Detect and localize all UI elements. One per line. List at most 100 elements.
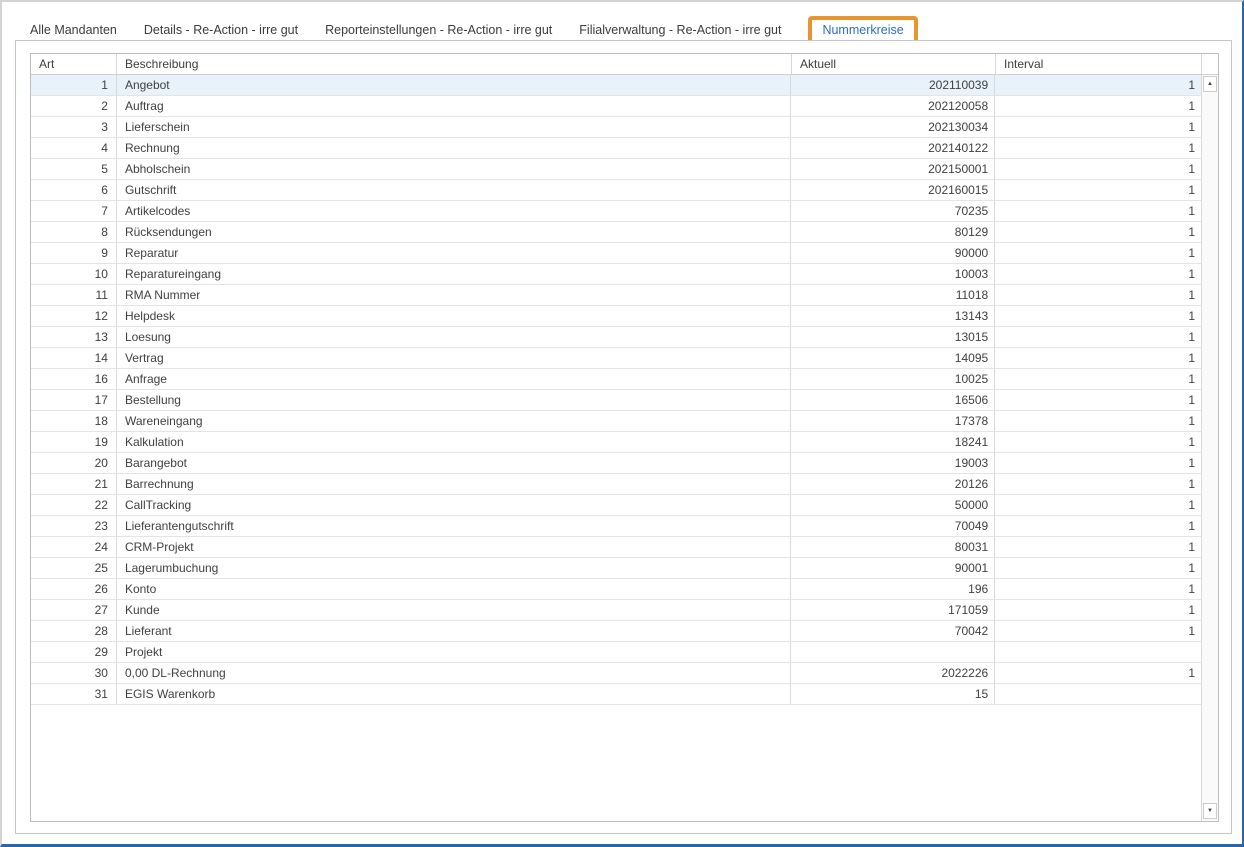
cell-beschreibung[interactable]: Reparatur — [117, 243, 791, 263]
cell-aktuell[interactable]: 20126 — [791, 474, 995, 494]
cell-art[interactable]: 22 — [31, 495, 117, 515]
cell-aktuell[interactable]: 202120058 — [791, 96, 995, 116]
cell-aktuell[interactable]: 202140122 — [791, 138, 995, 158]
cell-interval[interactable] — [995, 642, 1201, 662]
table-row[interactable]: 10Reparatureingang100031 — [31, 264, 1201, 285]
cell-interval[interactable]: 1 — [995, 537, 1201, 557]
cell-art[interactable]: 2 — [31, 96, 117, 116]
cell-beschreibung[interactable]: Lieferantengutschrift — [117, 516, 791, 536]
cell-art[interactable]: 9 — [31, 243, 117, 263]
cell-interval[interactable]: 1 — [995, 516, 1201, 536]
table-row[interactable]: 1Angebot2021100391 — [31, 75, 1201, 96]
table-row[interactable]: 3Lieferschein2021300341 — [31, 117, 1201, 138]
cell-art[interactable]: 13 — [31, 327, 117, 347]
cell-art[interactable]: 11 — [31, 285, 117, 305]
cell-aktuell[interactable]: 10025 — [791, 369, 995, 389]
cell-art[interactable]: 18 — [31, 411, 117, 431]
cell-art[interactable]: 21 — [31, 474, 117, 494]
cell-interval[interactable]: 1 — [995, 75, 1201, 95]
cell-interval[interactable] — [995, 684, 1201, 704]
cell-aktuell[interactable]: 50000 — [791, 495, 995, 515]
table-row[interactable]: 27Kunde1710591 — [31, 600, 1201, 621]
cell-aktuell[interactable]: 14095 — [791, 348, 995, 368]
cell-beschreibung[interactable]: Lagerumbuchung — [117, 558, 791, 578]
cell-aktuell[interactable]: 2022226 — [791, 663, 995, 683]
cell-interval[interactable]: 1 — [995, 264, 1201, 284]
table-row[interactable]: 26Konto1961 — [31, 579, 1201, 600]
cell-art[interactable]: 30 — [31, 663, 117, 683]
cell-art[interactable]: 26 — [31, 579, 117, 599]
cell-interval[interactable]: 1 — [995, 369, 1201, 389]
tab-details[interactable]: Details - Re-Action - irre gut — [144, 23, 298, 37]
tab-filialverwaltung[interactable]: Filialverwaltung - Re-Action - irre gut — [579, 23, 781, 37]
column-header-aktuell[interactable]: Aktuell — [792, 54, 996, 74]
cell-art[interactable]: 23 — [31, 516, 117, 536]
table-row[interactable]: 23Lieferantengutschrift700491 — [31, 516, 1201, 537]
table-row[interactable]: 22CallTracking500001 — [31, 495, 1201, 516]
cell-beschreibung[interactable]: Auftrag — [117, 96, 791, 116]
cell-beschreibung[interactable]: Artikelcodes — [117, 201, 791, 221]
cell-beschreibung[interactable]: Angebot — [117, 75, 791, 95]
cell-art[interactable]: 19 — [31, 432, 117, 452]
cell-interval[interactable]: 1 — [995, 201, 1201, 221]
cell-interval[interactable]: 1 — [995, 558, 1201, 578]
cell-interval[interactable]: 1 — [995, 96, 1201, 116]
cell-art[interactable]: 27 — [31, 600, 117, 620]
cell-aktuell[interactable]: 17378 — [791, 411, 995, 431]
cell-aktuell[interactable]: 202110039 — [791, 75, 995, 95]
cell-art[interactable]: 8 — [31, 222, 117, 242]
table-row[interactable]: 4Rechnung2021401221 — [31, 138, 1201, 159]
cell-aktuell[interactable]: 80129 — [791, 222, 995, 242]
cell-interval[interactable]: 1 — [995, 621, 1201, 641]
table-row[interactable]: 19Kalkulation182411 — [31, 432, 1201, 453]
cell-interval[interactable]: 1 — [995, 243, 1201, 263]
table-row[interactable]: 11RMA Nummer110181 — [31, 285, 1201, 306]
cell-art[interactable]: 10 — [31, 264, 117, 284]
table-row[interactable]: 20Barangebot190031 — [31, 453, 1201, 474]
cell-aktuell[interactable]: 90001 — [791, 558, 995, 578]
cell-beschreibung[interactable]: Konto — [117, 579, 791, 599]
cell-art[interactable]: 20 — [31, 453, 117, 473]
cell-beschreibung[interactable]: Helpdesk — [117, 306, 791, 326]
cell-art[interactable]: 5 — [31, 159, 117, 179]
cell-aktuell[interactable]: 16506 — [791, 390, 995, 410]
cell-beschreibung[interactable]: Kunde — [117, 600, 791, 620]
cell-art[interactable]: 17 — [31, 390, 117, 410]
cell-aktuell[interactable]: 80031 — [791, 537, 995, 557]
cell-interval[interactable]: 1 — [995, 222, 1201, 242]
cell-beschreibung[interactable]: Bestellung — [117, 390, 791, 410]
column-header-beschreibung[interactable]: Beschreibung — [117, 54, 792, 74]
tab-reporteinstellungen[interactable]: Reporteinstellungen - Re-Action - irre g… — [325, 23, 552, 37]
cell-interval[interactable]: 1 — [995, 180, 1201, 200]
scroll-up-icon[interactable]: ▲ — [1203, 76, 1217, 92]
cell-art[interactable]: 16 — [31, 369, 117, 389]
column-header-art[interactable]: Art — [31, 54, 117, 74]
cell-interval[interactable]: 1 — [995, 390, 1201, 410]
cell-beschreibung[interactable]: Wareneingang — [117, 411, 791, 431]
cell-beschreibung[interactable]: CallTracking — [117, 495, 791, 515]
table-row[interactable]: 28Lieferant700421 — [31, 621, 1201, 642]
cell-beschreibung[interactable]: Rücksendungen — [117, 222, 791, 242]
cell-beschreibung[interactable]: CRM-Projekt — [117, 537, 791, 557]
cell-aktuell[interactable]: 202160015 — [791, 180, 995, 200]
table-row[interactable]: 6Gutschrift2021600151 — [31, 180, 1201, 201]
cell-aktuell[interactable]: 196 — [791, 579, 995, 599]
cell-aktuell[interactable] — [791, 642, 995, 662]
cell-interval[interactable]: 1 — [995, 600, 1201, 620]
cell-aktuell[interactable]: 70049 — [791, 516, 995, 536]
cell-aktuell[interactable]: 13015 — [791, 327, 995, 347]
cell-beschreibung[interactable]: RMA Nummer — [117, 285, 791, 305]
cell-interval[interactable]: 1 — [995, 474, 1201, 494]
table-row[interactable]: 300,00 DL-Rechnung20222261 — [31, 663, 1201, 684]
cell-aktuell[interactable]: 202150001 — [791, 159, 995, 179]
cell-aktuell[interactable]: 13143 — [791, 306, 995, 326]
cell-beschreibung[interactable]: EGIS Warenkorb — [117, 684, 791, 704]
cell-beschreibung[interactable]: Projekt — [117, 642, 791, 662]
cell-interval[interactable]: 1 — [995, 348, 1201, 368]
cell-aktuell[interactable]: 18241 — [791, 432, 995, 452]
cell-interval[interactable]: 1 — [995, 495, 1201, 515]
cell-art[interactable]: 25 — [31, 558, 117, 578]
table-row[interactable]: 31EGIS Warenkorb15 — [31, 684, 1201, 705]
cell-interval[interactable]: 1 — [995, 159, 1201, 179]
table-row[interactable]: 21Barrechnung201261 — [31, 474, 1201, 495]
